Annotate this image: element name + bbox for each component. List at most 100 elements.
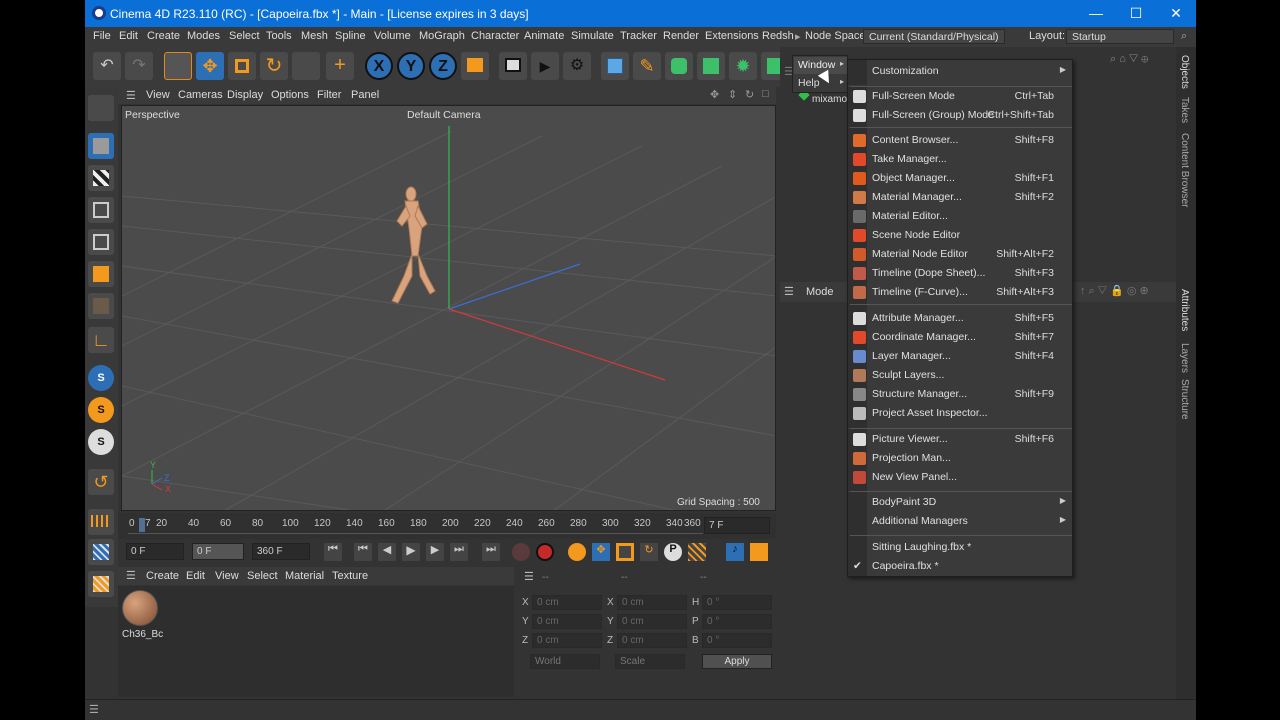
menu-select[interactable]: Select [229, 30, 260, 42]
vp-menu-view[interactable]: View [146, 89, 170, 101]
menu-file[interactable]: File [93, 30, 111, 42]
character-model[interactable] [391, 186, 436, 304]
menu-redshift[interactable]: Redsh [762, 30, 794, 42]
autokey-icon[interactable] [536, 543, 554, 561]
quantize-icon[interactable]: S [88, 429, 114, 455]
menu-item-full-screen[interactable]: Full-Screen Mode Ctrl+Tab [848, 87, 1072, 106]
x-axis-lock-icon[interactable]: X [365, 52, 393, 80]
key-scale-icon[interactable] [616, 543, 634, 561]
snap-icon[interactable]: S [88, 365, 114, 391]
maximize-button[interactable]: ☐ [1116, 0, 1156, 27]
undo-icon[interactable]: ↶ [93, 52, 121, 80]
menu-spline[interactable]: Spline [335, 30, 366, 42]
layout-select[interactable]: Startup [1066, 29, 1174, 44]
menu-item-scene-node-editor[interactable]: Scene Node Editor [848, 226, 1072, 245]
viewport-camera[interactable]: Default Camera [407, 109, 481, 121]
transform-tool-icon[interactable]: + [326, 52, 354, 80]
coord-rot-b-field[interactable]: 0 ° [702, 633, 772, 648]
node-space-select[interactable]: Current (Standard/Physical) [863, 29, 1005, 44]
coordinate-system-icon[interactable] [461, 52, 489, 80]
motion-system-icon[interactable]: ♪ [726, 543, 744, 561]
scale-tool-icon[interactable] [228, 52, 256, 80]
mat-menu-texture[interactable]: Texture [332, 570, 368, 582]
z-axis-lock-icon[interactable]: Z [429, 52, 457, 80]
recent-tool-icon[interactable] [292, 52, 320, 80]
menu-item-take-manager[interactable]: Take Manager... [848, 150, 1072, 169]
menu-simulate[interactable]: Simulate [571, 30, 614, 42]
attributes-toolbar-icons[interactable]: ↑ ⌕ ▽ 🔒 ◎ ⊕ [1080, 284, 1149, 298]
menu-item-bodypaint-3d[interactable]: BodyPaint 3D ▶ [848, 493, 1072, 512]
key-pla-icon[interactable] [688, 543, 706, 561]
coord-size-x-field[interactable]: 0 cm [617, 595, 687, 610]
mat-menu-material[interactable]: Material [285, 570, 324, 582]
menu-tools[interactable]: Tools [266, 30, 292, 42]
menu-item-material-node-editor[interactable]: Material Node Editor Shift+Alt+F2 [848, 245, 1072, 264]
menu-mograph[interactable]: MoGraph [419, 30, 465, 42]
extrude-icon[interactable] [697, 52, 725, 80]
next-frame-icon[interactable]: ▶ [426, 543, 444, 561]
menu-item-capoeira[interactable]: ✔ Capoeira.fbx * [848, 557, 1072, 576]
previous-frame-icon[interactable]: ◀ [378, 543, 396, 561]
menu-modes[interactable]: Modes [187, 30, 220, 42]
grid-plane-icon[interactable] [88, 539, 114, 565]
y-axis-lock-icon[interactable]: Y [397, 52, 425, 80]
key-position-icon[interactable]: ✥ [592, 543, 610, 561]
menu-item-structure-manager[interactable]: Structure Manager... Shift+F9 [848, 385, 1072, 404]
mat-menu-create[interactable]: Create [146, 570, 179, 582]
pen-spline-icon[interactable]: ✎ [633, 52, 661, 80]
key-rotation-icon[interactable]: ↻ [640, 543, 658, 561]
key-parameter-icon[interactable]: P [664, 543, 682, 561]
move-tool-icon[interactable]: ✥ [196, 52, 224, 80]
coord-pos-x-field[interactable]: 0 cm [532, 595, 602, 610]
om-toolbar-icons[interactable]: ⌕ ⌂ ▽ ⊕ [1110, 53, 1148, 66]
dolly-view-icon[interactable]: ⇕ [728, 88, 737, 101]
menu-item-object-manager[interactable]: Object Manager... Shift+F1 [848, 169, 1072, 188]
menu-item-timeline-dope-sheet[interactable]: Timeline (Dope Sheet)... Shift+F3 [848, 264, 1072, 283]
menu-item-material-editor[interactable]: Material Editor... [848, 207, 1072, 226]
menu-item-sitting-laughing[interactable]: Sitting Laughing.fbx * [848, 538, 1072, 557]
status-hamburger-icon[interactable]: ☰ [89, 703, 99, 716]
menu-item-content-browser[interactable]: Content Browser... Shift+F8 [848, 131, 1072, 150]
orbit-view-icon[interactable]: ↻ [745, 88, 754, 101]
tab-structure[interactable]: Structure [1179, 379, 1190, 420]
polygons-mode-icon[interactable] [88, 261, 114, 287]
close-button[interactable]: ✕ [1156, 0, 1196, 27]
floor-grid-icon[interactable] [88, 509, 114, 535]
timeline-ruler[interactable]: 0 7 20 40 60 80 100 120 140 160 180 200 … [118, 513, 776, 539]
menu-item-customization[interactable]: Customization ▶ [848, 62, 1072, 81]
object-name[interactable]: mixamo [812, 94, 847, 105]
render-settings-icon[interactable]: ⚙ [563, 52, 591, 80]
rotate-tool-icon[interactable]: ↻ [260, 52, 288, 80]
next-key-icon[interactable]: ⏭ [450, 543, 468, 561]
menu-help[interactable]: Help [798, 77, 820, 89]
record-keys-icon[interactable] [512, 543, 530, 561]
coord-pos-z-field[interactable]: 0 cm [532, 633, 602, 648]
menu-item-sculpt-layers[interactable]: Sculpt Layers... [848, 366, 1072, 385]
vp-menu-panel[interactable]: Panel [351, 89, 379, 101]
menu-item-attribute-manager[interactable]: Attribute Manager... Shift+F5 [848, 309, 1072, 328]
menu-item-full-screen-group[interactable]: Full-Screen (Group) Mode Ctrl+Shift+Tab [848, 106, 1072, 125]
coord-space-select[interactable]: World [530, 654, 600, 669]
coord-rot-p-field[interactable]: 0 ° [702, 614, 772, 629]
go-to-end-icon[interactable]: ⏭ [482, 543, 500, 561]
vp-menu-cameras[interactable]: Cameras [178, 89, 223, 101]
apply-button[interactable]: Apply [702, 654, 772, 669]
tab-attributes[interactable]: Attributes [1179, 289, 1190, 331]
menu-overflow-arrow-icon[interactable]: ▸ [795, 30, 801, 43]
coord-rot-h-field[interactable]: 0 ° [702, 595, 772, 610]
tab-objects[interactable]: Objects [1179, 55, 1190, 89]
coord-hamburger-icon[interactable]: ☰ [524, 570, 534, 583]
tab-takes[interactable]: Takes [1179, 97, 1190, 123]
object-axis-icon[interactable]: ∟ [88, 327, 114, 353]
current-frame-field[interactable]: 7 F [704, 517, 770, 534]
menu-item-layer-manager[interactable]: Layer Manager... Shift+F4 [848, 347, 1072, 366]
menu-item-coordinate-manager[interactable]: Coordinate Manager... Shift+F7 [848, 328, 1072, 347]
min-frame-slider[interactable]: 0 F [192, 543, 244, 560]
coord-mode-select[interactable]: Scale [615, 654, 685, 669]
uv-mode-icon[interactable] [88, 293, 114, 319]
vp-menu-filter[interactable]: Filter [317, 89, 341, 101]
perspective-viewport[interactable]: Y Z X Perspective Default Camera Grid Sp… [121, 105, 776, 511]
points-mode-icon[interactable] [88, 197, 114, 223]
cube-object-icon[interactable] [601, 52, 629, 80]
locked-workplane-icon[interactable] [88, 571, 114, 597]
